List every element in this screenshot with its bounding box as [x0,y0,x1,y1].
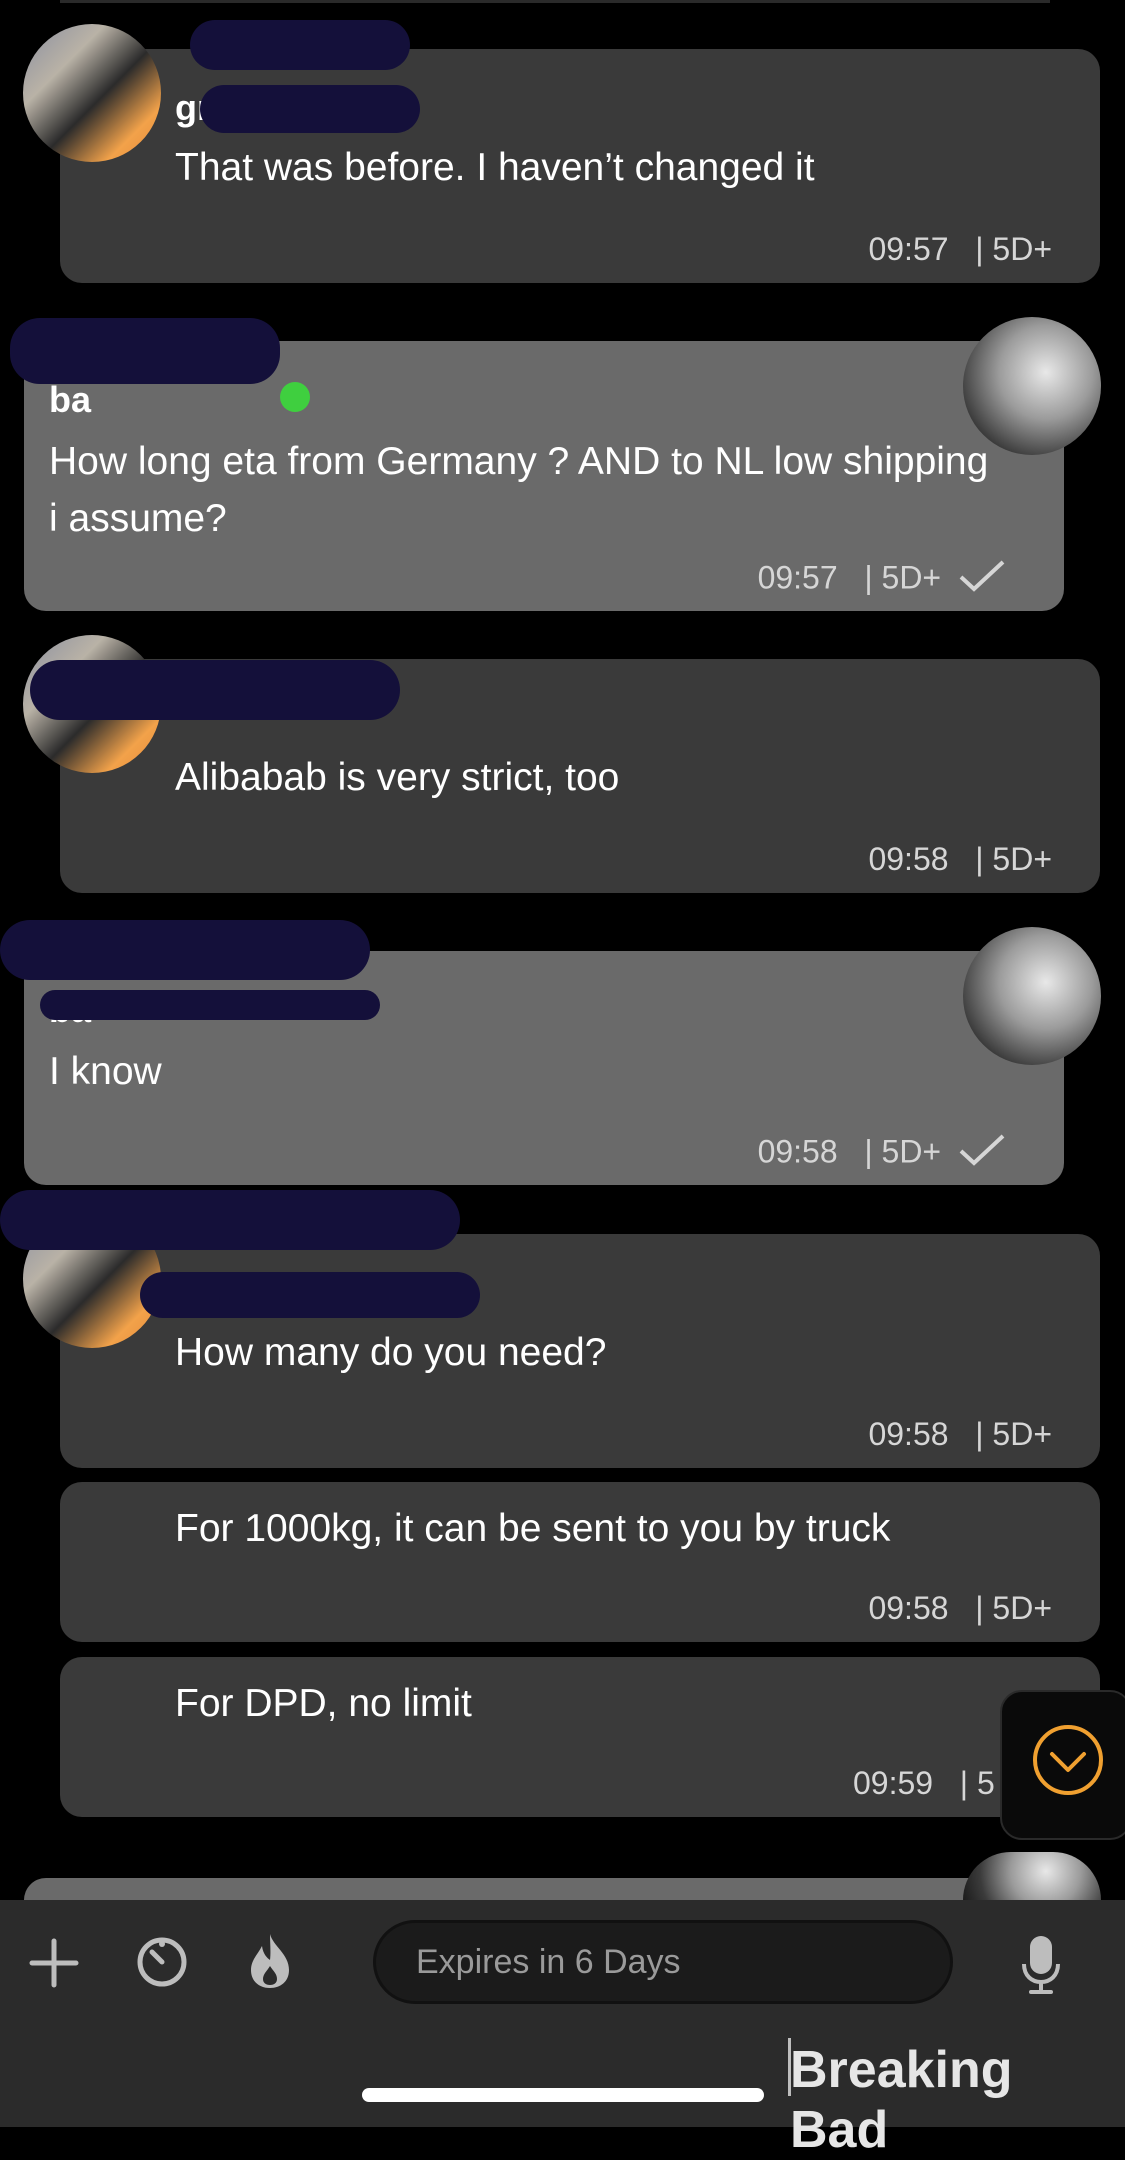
message-meta: 09:57 | 5D+ [868,231,1052,268]
message-text: I know [49,1050,162,1093]
message-time: 09:59 [853,1765,934,1801]
message-meta: 09:57 | 5D+ [758,559,1006,601]
top-divider [60,0,1050,3]
message-text: That was before. I haven’t changed it [175,146,815,189]
message-age: | 5D+ [975,1416,1052,1452]
message-meta: 09:59 | 5 [853,1765,995,1802]
redaction-scribble [0,1190,460,1250]
redaction-scribble [40,990,380,1020]
scroll-to-bottom-button[interactable] [1000,1690,1125,1840]
avatar[interactable] [963,1852,1101,1900]
message-text: Alibabab is very strict, too [175,756,620,799]
message-time: 09:57 [868,231,949,267]
message-bubble[interactable]: For 1000kg, it can be sent to you by tru… [60,1482,1100,1642]
avatar[interactable] [23,24,161,162]
avatar[interactable] [963,317,1101,455]
timer-icon[interactable] [134,1934,190,1995]
message-text: How many do you need? [175,1331,607,1374]
flame-icon[interactable] [243,1930,297,1997]
checkmark-icon [958,1133,1006,1175]
checkmark-icon [958,559,1006,601]
message-text: For 1000kg, it can be sent to you by tru… [175,1507,891,1550]
message-time: 09:58 [757,1133,838,1170]
redaction-scribble [190,20,410,70]
microphone-icon[interactable] [1018,1932,1064,2001]
plus-icon[interactable] [28,1937,80,1994]
message-age: | 5D+ [975,841,1052,877]
redaction-scribble [10,318,280,384]
message-time: 09:58 [868,841,949,877]
message-age: | 5D+ [864,1133,942,1170]
message-text: How long eta from Germany ? AND to NL lo… [49,440,989,540]
message-time: 09:58 [868,1416,949,1452]
redaction-scribble [140,1272,480,1318]
message-input[interactable]: Expires in 6 Days [373,1920,953,2004]
message-text: For DPD, no limit [175,1682,472,1725]
redaction-scribble [0,920,370,980]
home-indicator[interactable] [362,2088,764,2102]
message-bubble[interactable]: How many do you need? 09:58 | 5D+ [60,1234,1100,1468]
message-time: 09:58 [868,1590,949,1626]
online-status-dot [280,382,310,412]
redaction-scribble [200,85,420,133]
message-meta: 09:58 | 5D+ [758,1133,1006,1175]
redaction-scribble [30,660,400,720]
message-meta: 09:58 | 5D+ [868,841,1052,878]
message-age: | 5D+ [975,231,1052,267]
brand-label: Breaking Bad [790,2041,1013,2159]
chevron-down-circle-icon [1033,1725,1103,1795]
sender-name: ba [49,379,92,420]
message-time: 09:57 [757,559,838,596]
message-age: | 5 [959,1765,995,1801]
message-meta: 09:58 | 5D+ [868,1416,1052,1453]
message-meta: 09:58 | 5D+ [868,1590,1052,1627]
message-bubble[interactable]: gr That was before. I haven’t changed it… [60,49,1100,283]
message-bubble[interactable]: For DPD, no limit 09:59 | 5 [60,1657,1100,1817]
message-bubble[interactable]: ba I know 09:58 | 5D+ [24,951,1064,1185]
avatar[interactable] [963,927,1101,1065]
message-age: | 5D+ [864,559,942,596]
message-age: | 5D+ [975,1590,1052,1626]
